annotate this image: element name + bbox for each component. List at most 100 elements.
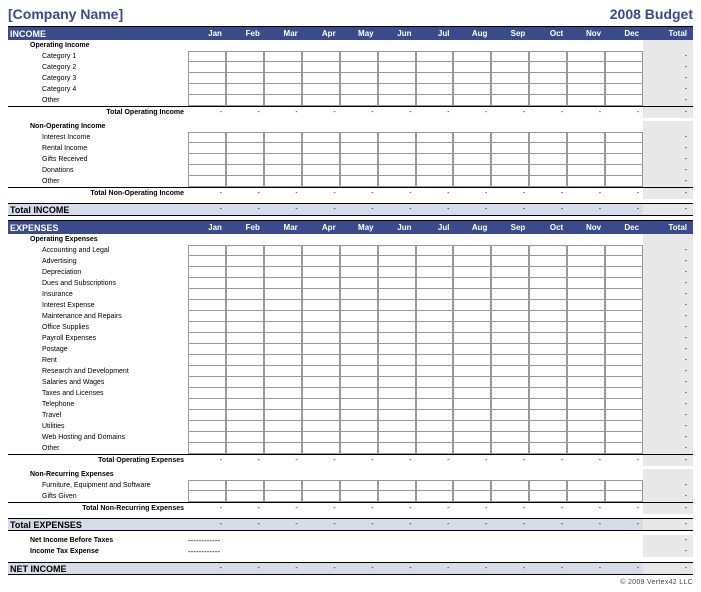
input-cell[interactable] xyxy=(567,73,605,84)
input-cell[interactable] xyxy=(264,344,302,355)
input-cell[interactable] xyxy=(491,84,529,95)
input-cell[interactable] xyxy=(378,165,416,176)
input-cell[interactable] xyxy=(264,311,302,322)
input-cell[interactable] xyxy=(567,344,605,355)
input-cell[interactable] xyxy=(567,256,605,267)
input-cell[interactable] xyxy=(188,73,226,84)
input-cell[interactable] xyxy=(264,388,302,399)
input-cell[interactable] xyxy=(302,399,340,410)
input-cell[interactable] xyxy=(302,73,340,84)
input-cell[interactable] xyxy=(264,333,302,344)
input-cell[interactable] xyxy=(416,256,454,267)
input-cell[interactable] xyxy=(605,344,643,355)
input-cell[interactable] xyxy=(302,443,340,454)
input-cell[interactable] xyxy=(567,322,605,333)
input-cell[interactable] xyxy=(340,491,378,502)
input-cell[interactable] xyxy=(226,432,264,443)
input-cell[interactable] xyxy=(264,300,302,311)
input-cell[interactable] xyxy=(416,410,454,421)
input-cell[interactable] xyxy=(188,322,226,333)
input-cell[interactable] xyxy=(529,443,567,454)
input-cell[interactable] xyxy=(188,344,226,355)
input-cell[interactable] xyxy=(491,432,529,443)
input-cell[interactable] xyxy=(226,245,264,256)
input-cell[interactable] xyxy=(529,245,567,256)
input-cell[interactable] xyxy=(605,256,643,267)
input-cell[interactable] xyxy=(491,344,529,355)
input-cell[interactable] xyxy=(226,300,264,311)
input-cell[interactable] xyxy=(416,84,454,95)
input-cell[interactable] xyxy=(188,95,226,106)
input-cell[interactable] xyxy=(378,432,416,443)
input-cell[interactable] xyxy=(226,311,264,322)
input-cell[interactable] xyxy=(340,410,378,421)
input-cell[interactable] xyxy=(453,355,491,366)
input-cell[interactable] xyxy=(605,355,643,366)
input-cell[interactable] xyxy=(416,322,454,333)
input-cell[interactable] xyxy=(340,480,378,491)
input-cell[interactable] xyxy=(416,377,454,388)
input-cell[interactable] xyxy=(188,355,226,366)
input-cell[interactable] xyxy=(264,62,302,73)
input-cell[interactable] xyxy=(416,143,454,154)
input-cell[interactable] xyxy=(567,480,605,491)
input-cell[interactable] xyxy=(302,84,340,95)
input-cell[interactable] xyxy=(491,73,529,84)
input-cell[interactable] xyxy=(378,267,416,278)
input-cell[interactable] xyxy=(264,73,302,84)
input-cell[interactable] xyxy=(264,267,302,278)
input-cell[interactable] xyxy=(264,154,302,165)
input-cell[interactable] xyxy=(491,410,529,421)
input-cell[interactable] xyxy=(529,491,567,502)
input-cell[interactable] xyxy=(453,62,491,73)
input-cell[interactable] xyxy=(188,366,226,377)
input-cell[interactable] xyxy=(340,443,378,454)
input-cell[interactable] xyxy=(416,132,454,143)
input-cell[interactable] xyxy=(605,311,643,322)
input-cell[interactable] xyxy=(453,399,491,410)
input-cell[interactable] xyxy=(378,256,416,267)
input-cell[interactable] xyxy=(226,322,264,333)
input-cell[interactable] xyxy=(453,480,491,491)
input-cell[interactable] xyxy=(453,300,491,311)
input-cell[interactable] xyxy=(491,311,529,322)
input-cell[interactable] xyxy=(378,132,416,143)
input-cell[interactable] xyxy=(605,267,643,278)
input-cell[interactable] xyxy=(226,355,264,366)
input-cell[interactable] xyxy=(416,154,454,165)
input-cell[interactable] xyxy=(605,165,643,176)
input-cell[interactable] xyxy=(416,333,454,344)
input-cell[interactable] xyxy=(264,377,302,388)
input-cell[interactable] xyxy=(340,289,378,300)
input-cell[interactable] xyxy=(529,300,567,311)
input-cell[interactable] xyxy=(378,366,416,377)
input-cell[interactable] xyxy=(226,132,264,143)
input-cell[interactable] xyxy=(567,245,605,256)
input-cell[interactable] xyxy=(567,278,605,289)
input-cell[interactable] xyxy=(491,154,529,165)
input-cell[interactable] xyxy=(340,165,378,176)
input-cell[interactable] xyxy=(567,443,605,454)
input-cell[interactable] xyxy=(340,399,378,410)
input-cell[interactable] xyxy=(491,443,529,454)
input-cell[interactable] xyxy=(340,143,378,154)
input-cell[interactable] xyxy=(453,245,491,256)
input-cell[interactable] xyxy=(567,267,605,278)
input-cell[interactable] xyxy=(567,432,605,443)
input-cell[interactable] xyxy=(188,289,226,300)
input-cell[interactable] xyxy=(605,388,643,399)
input-cell[interactable] xyxy=(491,322,529,333)
input-cell[interactable] xyxy=(605,421,643,432)
input-cell[interactable] xyxy=(453,256,491,267)
input-cell[interactable] xyxy=(453,95,491,106)
input-cell[interactable] xyxy=(264,245,302,256)
input-cell[interactable] xyxy=(302,366,340,377)
input-cell[interactable] xyxy=(529,132,567,143)
input-cell[interactable] xyxy=(378,399,416,410)
input-cell[interactable] xyxy=(529,95,567,106)
input-cell[interactable] xyxy=(302,278,340,289)
input-cell[interactable] xyxy=(188,443,226,454)
input-cell[interactable] xyxy=(529,289,567,300)
input-cell[interactable] xyxy=(378,95,416,106)
input-cell[interactable] xyxy=(188,491,226,502)
